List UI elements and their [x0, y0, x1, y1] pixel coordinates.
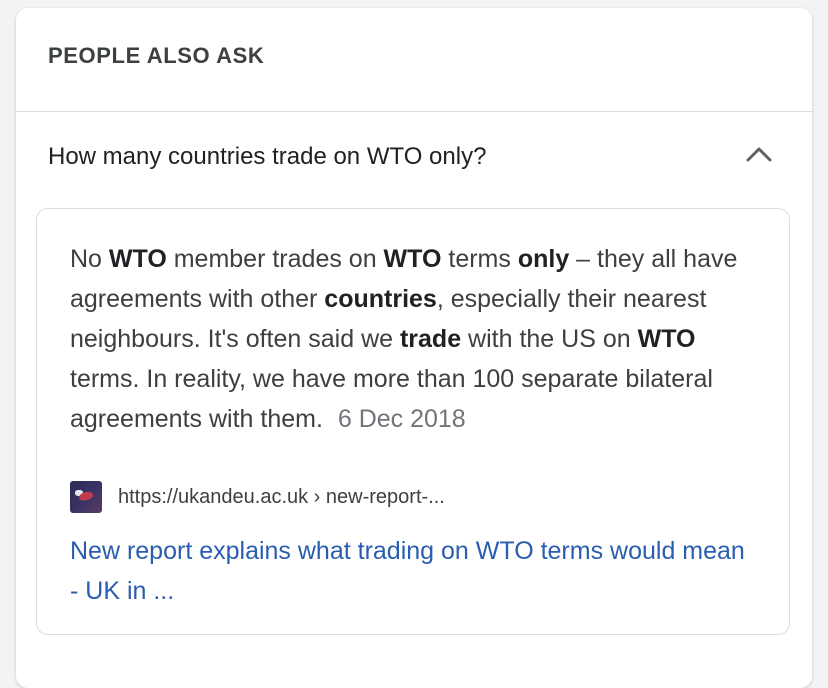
- paa-header: PEOPLE ALSO ASK: [16, 8, 812, 112]
- result-link[interactable]: New report explains what trading on WTO …: [70, 531, 757, 611]
- snippet-run: with the US on: [461, 325, 638, 353]
- answer-panel: No WTO member trades on WTO terms only –…: [36, 208, 790, 635]
- snippet-date: 6 Dec 2018: [337, 405, 466, 433]
- snippet-bold-term: trade: [399, 325, 462, 353]
- snippet-bold-term: WTO: [108, 245, 167, 273]
- question-text[interactable]: How many countries trade on WTO only?: [48, 143, 486, 171]
- snippet-bold-term: WTO: [637, 325, 696, 353]
- snippet-run: terms: [441, 245, 518, 273]
- site-favicon-icon: [70, 481, 102, 513]
- source-row[interactable]: https://ukandeu.ac.uk › new-report-...: [70, 481, 757, 513]
- snippet-bold-term: countries: [324, 285, 437, 313]
- snippet-run: No: [70, 245, 109, 273]
- snippet-bold-term: WTO: [383, 245, 442, 273]
- paa-title: PEOPLE ALSO ASK: [48, 42, 265, 68]
- snippet-run: member trades on: [166, 245, 384, 273]
- answer-snippet: No WTO member trades on WTO terms only –…: [70, 239, 757, 439]
- people-also-ask-card: PEOPLE ALSO ASK How many countries trade…: [16, 8, 812, 688]
- source-url[interactable]: https://ukandeu.ac.uk › new-report-...: [118, 486, 445, 509]
- chevron-up-icon[interactable]: [746, 146, 772, 162]
- question-row[interactable]: How many countries trade on WTO only?: [16, 112, 812, 208]
- snippet-bold-term: only: [517, 245, 570, 273]
